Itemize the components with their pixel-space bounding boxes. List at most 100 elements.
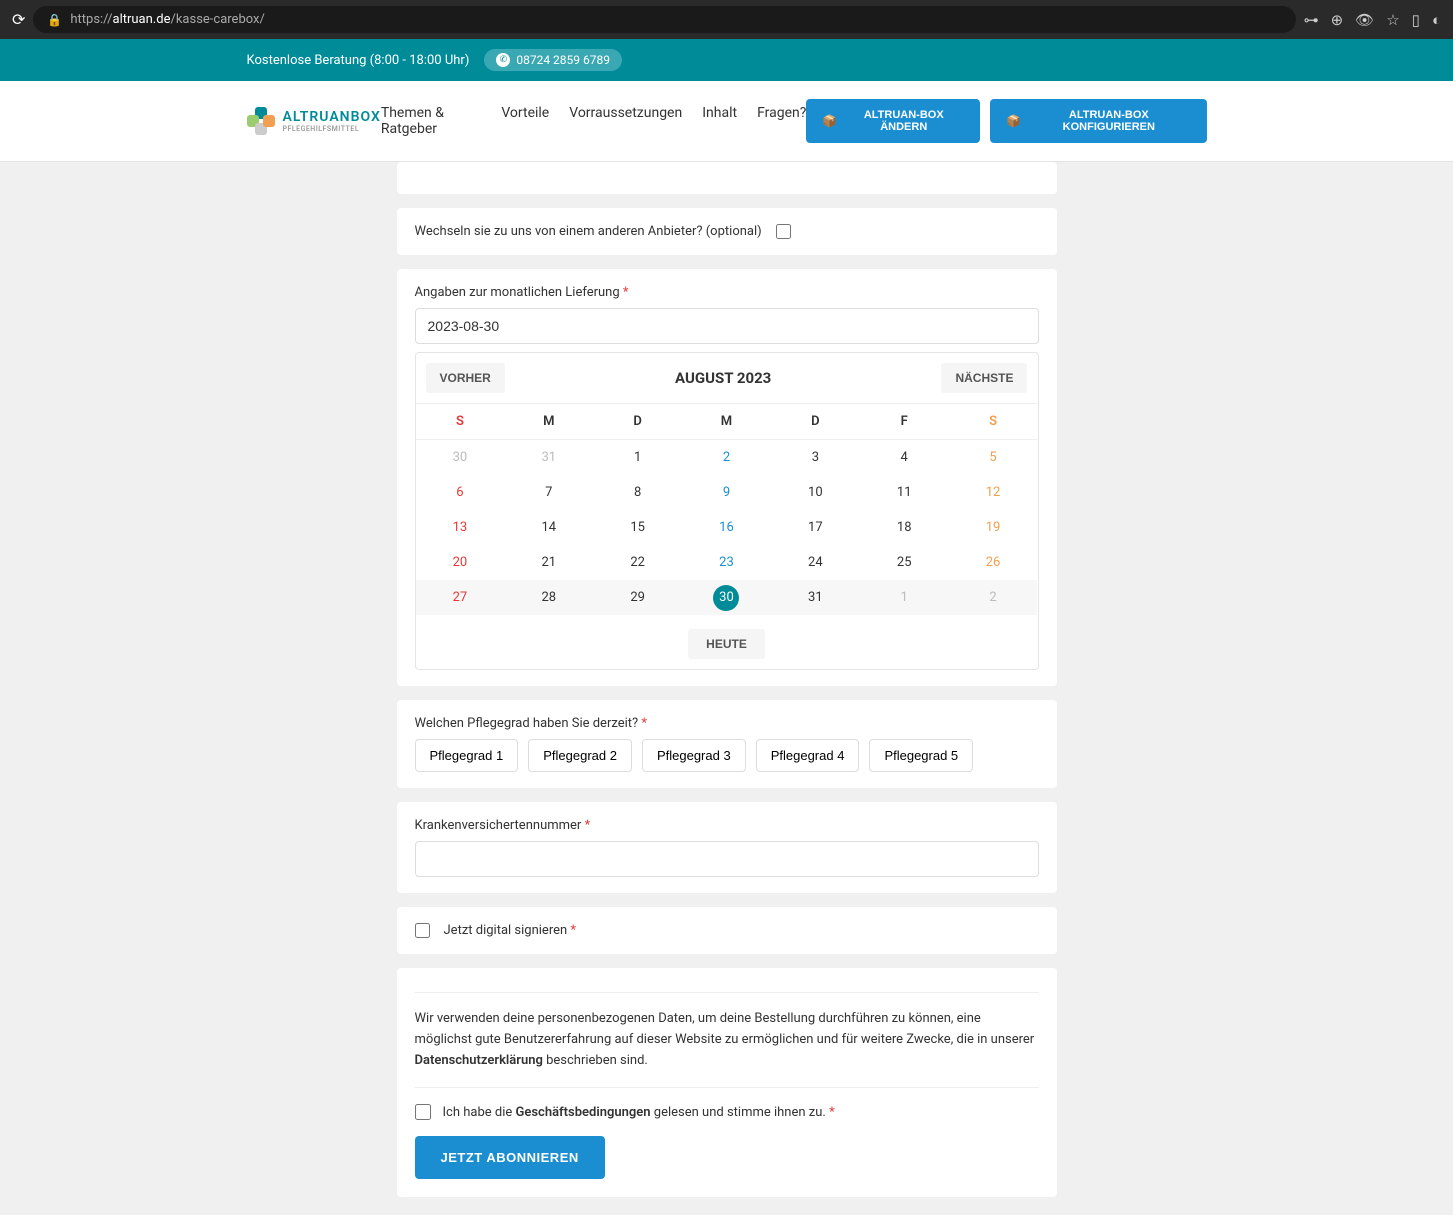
switch-provider-card: Wechseln sie zu uns von einem anderen An… — [397, 208, 1057, 255]
logo-icon — [247, 107, 275, 135]
calendar-day[interactable]: 4 — [860, 440, 949, 475]
nav-themen[interactable]: Themen & Ratgeber — [381, 105, 481, 137]
digital-sign-checkbox[interactable] — [415, 923, 430, 938]
calendar-day[interactable]: 11 — [860, 475, 949, 510]
logo-text: ALTRUANBOX — [283, 109, 381, 125]
terms-link[interactable]: Geschäftsbedingungen — [516, 1105, 651, 1120]
calendar-day[interactable]: 3 — [771, 440, 860, 475]
calendar-day: 30 — [416, 440, 505, 475]
insurance-card: Krankenversichertennummer * — [397, 802, 1057, 893]
calendar-day[interactable]: 24 — [771, 545, 860, 580]
calendar-today-button[interactable]: HEUTE — [688, 629, 765, 659]
calendar-day[interactable]: 27 — [416, 580, 505, 615]
nav-inhalt[interactable]: Inhalt — [702, 105, 737, 137]
key-icon[interactable]: ⊶ — [1304, 11, 1319, 29]
subscribe-button[interactable]: JETZT ABONNIEREN — [415, 1136, 605, 1179]
calendar-day[interactable]: 12 — [949, 475, 1038, 510]
calendar-day[interactable]: 26 — [949, 545, 1038, 580]
eye-off-icon[interactable]: 👁 — [1355, 11, 1374, 29]
calendar-day: 31 — [504, 440, 593, 475]
calendar-day[interactable]: 30 — [682, 580, 771, 615]
calendar-dayhead: D — [593, 403, 682, 440]
box-icon: 📦 — [822, 114, 837, 128]
calendar-day[interactable]: 23 — [682, 545, 771, 580]
digital-sign-label: Jetzt digital signieren — [444, 923, 568, 938]
calendar-day[interactable]: 20 — [416, 545, 505, 580]
nav-vorteile[interactable]: Vorteile — [501, 105, 549, 137]
url-text: https://altruan.de/kasse-carebox/ — [70, 12, 265, 27]
profile-icon[interactable]: ◐ — [1432, 11, 1441, 29]
calendar-day[interactable]: 10 — [771, 475, 860, 510]
calendar-day[interactable]: 9 — [682, 475, 771, 510]
calendar-prev-button[interactable]: VORHER — [426, 363, 505, 393]
delivery-card: Angaben zur monatlichen Lieferung * VORH… — [397, 269, 1057, 686]
calendar-day[interactable]: 31 — [771, 580, 860, 615]
calendar-day[interactable]: 17 — [771, 510, 860, 545]
calendar-dayhead: M — [504, 403, 593, 440]
delivery-label: Angaben zur monatlichen Lieferung * — [415, 285, 1039, 300]
pflegegrad-option-5[interactable]: Pflegegrad 5 — [869, 739, 973, 772]
logo[interactable]: ALTRUANBOX PFLEGEHILFSMITTEL — [247, 107, 381, 135]
browser-bar: ⟳ 🔒 https://altruan.de/kasse-carebox/ ⊶ … — [0, 0, 1453, 39]
reload-icon[interactable]: ⟳ — [12, 10, 25, 29]
calendar-day[interactable]: 21 — [504, 545, 593, 580]
address-bar[interactable]: 🔒 https://altruan.de/kasse-carebox/ — [33, 6, 1295, 33]
calendar-day[interactable]: 25 — [860, 545, 949, 580]
switch-provider-checkbox[interactable] — [776, 224, 791, 239]
nav-vorraussetzungen[interactable]: Vorraussetzungen — [569, 105, 682, 137]
calendar-dayhead: S — [949, 403, 1038, 440]
calendar-day[interactable]: 29 — [593, 580, 682, 615]
calendar-day[interactable]: 14 — [504, 510, 593, 545]
insurance-number-input[interactable] — [415, 841, 1039, 877]
terms-checkbox[interactable] — [415, 1104, 431, 1120]
calendar-day[interactable]: 15 — [593, 510, 682, 545]
digital-sign-card: Jetzt digital signieren * — [397, 907, 1057, 954]
calendar-day[interactable]: 7 — [504, 475, 593, 510]
privacy-policy-link[interactable]: Datenschutzerklärung — [415, 1053, 543, 1068]
calendar-day[interactable]: 1 — [593, 440, 682, 475]
calendar-day[interactable]: 18 — [860, 510, 949, 545]
calendar-day: 1 — [860, 580, 949, 615]
calendar-day[interactable]: 5 — [949, 440, 1038, 475]
calendar-day[interactable]: 22 — [593, 545, 682, 580]
phone-pill[interactable]: ✆ 08724 2859 6789 — [484, 49, 622, 71]
calendar-day[interactable]: 2 — [682, 440, 771, 475]
zoom-icon[interactable]: ⊕ — [1331, 11, 1344, 29]
nav-fragen[interactable]: Fragen? — [757, 105, 806, 137]
calendar-day[interactable]: 6 — [416, 475, 505, 510]
calendar-day[interactable]: 28 — [504, 580, 593, 615]
configure-box-button[interactable]: 📦 ALTRUAN-BOX KONFIGURIEREN — [990, 99, 1206, 143]
panel-icon[interactable]: ▯ — [1412, 11, 1420, 29]
calendar-dayhead: D — [771, 403, 860, 440]
terms-label: Ich habe die Geschäftsbedingungen gelese… — [443, 1105, 835, 1120]
top-banner: Kostenlose Beratung (8:00 - 18:00 Uhr) ✆… — [0, 39, 1453, 81]
change-box-button[interactable]: 📦 ALTRUAN-BOX ÄNDERN — [806, 99, 980, 143]
prior-field-fragment — [397, 162, 1057, 194]
calendar-day[interactable]: 8 — [593, 475, 682, 510]
calendar-dayhead: S — [416, 403, 505, 440]
pflegegrad-label: Welchen Pflegegrad haben Sie derzeit? * — [415, 716, 1039, 731]
phone-number: 08724 2859 6789 — [516, 53, 610, 67]
box-icon: 📦 — [1006, 114, 1021, 128]
delivery-date-input[interactable] — [415, 308, 1039, 344]
switch-provider-label: Wechseln sie zu uns von einem anderen An… — [415, 224, 762, 239]
lock-icon: 🔒 — [47, 13, 62, 27]
calendar-next-button[interactable]: NÄCHSTE — [941, 363, 1027, 393]
phone-icon: ✆ — [496, 53, 510, 67]
star-icon[interactable]: ☆ — [1386, 11, 1399, 29]
calendar-day[interactable]: 19 — [949, 510, 1038, 545]
pflegegrad-card: Welchen Pflegegrad haben Sie derzeit? * … — [397, 700, 1057, 788]
calendar-day[interactable]: 16 — [682, 510, 771, 545]
calendar-dayhead: F — [860, 403, 949, 440]
pflegegrad-option-1[interactable]: Pflegegrad 1 — [415, 739, 519, 772]
submit-card: Wir verwenden deine personenbezogenen Da… — [397, 968, 1057, 1197]
calendar-day[interactable]: 13 — [416, 510, 505, 545]
pflegegrad-option-3[interactable]: Pflegegrad 3 — [642, 739, 746, 772]
calendar-day: 2 — [949, 580, 1038, 615]
pflegegrad-option-4[interactable]: Pflegegrad 4 — [756, 739, 860, 772]
pflegegrad-option-2[interactable]: Pflegegrad 2 — [528, 739, 632, 772]
logo-subtext: PFLEGEHILFSMITTEL — [283, 125, 381, 133]
browser-tool-icons: ⊶ ⊕ 👁 ☆ ▯ ◐ — [1304, 11, 1441, 29]
calendar-dayhead: M — [682, 403, 771, 440]
privacy-text: Wir verwenden deine personenbezogenen Da… — [415, 993, 1039, 1087]
